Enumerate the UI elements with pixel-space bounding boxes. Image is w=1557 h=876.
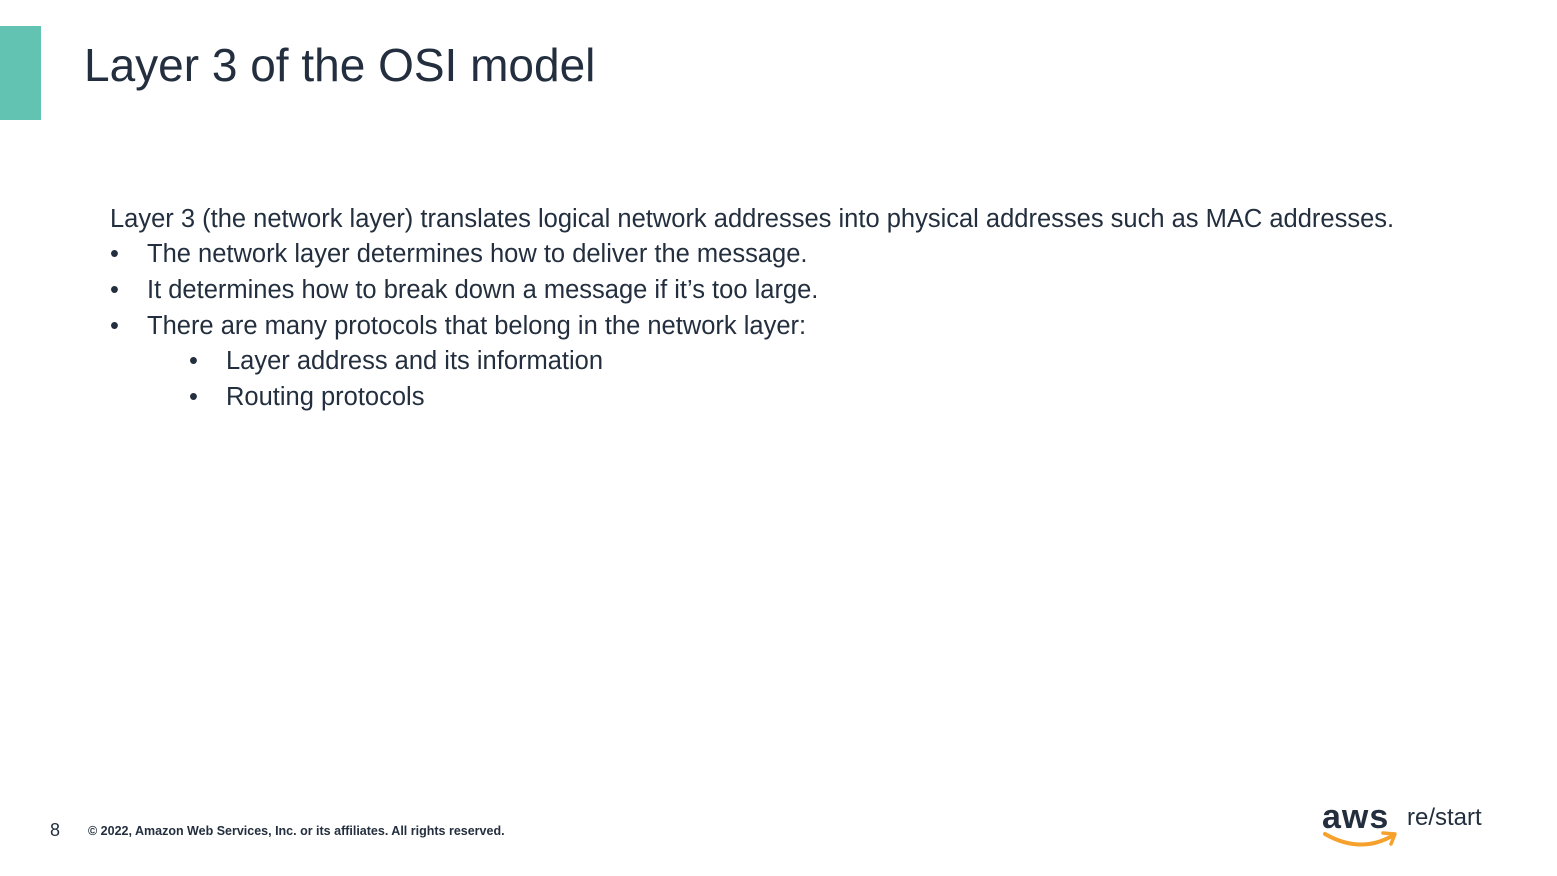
bullet-text: It determines how to break down a messag… bbox=[147, 275, 819, 304]
sub-bullet-text: Layer address and its information bbox=[226, 347, 604, 376]
bullet-text: There are many protocols that belong in … bbox=[147, 311, 807, 340]
bullet-item: • It determines how to break down a mess… bbox=[110, 273, 1530, 309]
sub-bullet-item: • Routing protocols bbox=[189, 380, 1530, 416]
aws-restart-logo: aws re/start bbox=[1322, 798, 1492, 854]
bullet-dot-icon: • bbox=[110, 240, 119, 268]
bullet-item: • The network layer determines how to de… bbox=[110, 237, 1530, 273]
slide-body: Layer 3 (the network layer) translates l… bbox=[110, 201, 1530, 416]
amazon-smile-arrow-icon bbox=[1323, 831, 1397, 847]
page-number: 8 bbox=[50, 820, 61, 840]
sub-bullet-item: • Layer address and its information bbox=[189, 344, 1530, 380]
bullet-list: • The network layer determines how to de… bbox=[110, 237, 1530, 344]
copyright-notice: © 2022, Amazon Web Services, Inc. or its… bbox=[88, 824, 505, 838]
bullet-dot-icon: • bbox=[189, 383, 198, 412]
intro-paragraph: Layer 3 (the network layer) translates l… bbox=[110, 205, 1395, 233]
bullet-item: • There are many protocols that belong i… bbox=[110, 309, 1530, 345]
sub-bullet-list: • Layer address and its information • Ro… bbox=[189, 344, 1530, 416]
restart-wordmark: re/start bbox=[1407, 804, 1482, 831]
bullet-dot-icon: • bbox=[110, 311, 119, 340]
bullet-text: The network layer determines how to deli… bbox=[147, 240, 808, 268]
sub-bullet-text: Routing protocols bbox=[226, 383, 425, 412]
title-accent-bar bbox=[0, 26, 41, 120]
bullet-dot-icon: • bbox=[110, 275, 119, 304]
slide-title: Layer 3 of the OSI model bbox=[84, 39, 596, 91]
bullet-dot-icon: • bbox=[189, 347, 198, 376]
